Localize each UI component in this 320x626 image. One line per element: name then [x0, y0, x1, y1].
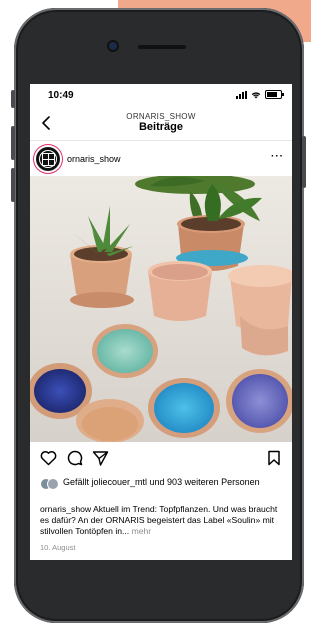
- navigation-bar: ORNARIS_SHOW Beiträge: [30, 106, 292, 141]
- post-header: ornaris_show ···: [30, 144, 292, 176]
- mute-switch: [11, 90, 15, 108]
- avatar[interactable]: [36, 147, 60, 171]
- likes-text: Gefällt joliecouer_mtl und 903 weiteren …: [63, 477, 260, 487]
- ornaris-logo-icon: [39, 150, 57, 168]
- post-date: 10. August: [40, 543, 76, 552]
- status-bar: 10:49: [30, 84, 292, 106]
- comment-icon[interactable]: [66, 450, 83, 466]
- profile-name-subtitle: ORNARIS_SHOW: [126, 112, 196, 121]
- bookmark-icon[interactable]: [267, 450, 281, 466]
- post-actions: [30, 448, 292, 470]
- status-time: 10:49: [48, 90, 74, 101]
- likes-summary[interactable]: Gefällt joliecouer_mtl und 903 weiteren …: [40, 476, 285, 490]
- power-button: [302, 136, 306, 188]
- battery-icon: [265, 90, 284, 99]
- liker-avatars: [40, 477, 60, 490]
- send-icon[interactable]: [92, 450, 109, 466]
- caption-username[interactable]: ornaris_show: [40, 504, 91, 514]
- wifi-icon: [251, 91, 261, 98]
- more-icon[interactable]: ···: [271, 151, 284, 162]
- post-username[interactable]: ornaris_show: [67, 154, 121, 164]
- status-icons: [236, 90, 284, 99]
- phone-screen: 10:49 ORNARIS_SHOW Beiträge ornaris_show: [30, 84, 292, 560]
- page-title: Beiträge: [138, 121, 184, 133]
- post-caption: ornaris_show Aktuell im Trend: Topfpflan…: [40, 504, 285, 537]
- heart-icon[interactable]: [40, 450, 57, 466]
- post-image[interactable]: [30, 176, 292, 442]
- front-camera: [109, 42, 117, 50]
- signal-icon: [236, 90, 247, 99]
- volume-down-button: [11, 168, 15, 202]
- caption-more-link[interactable]: mehr: [129, 526, 152, 536]
- volume-up-button: [11, 126, 15, 160]
- earpiece-speaker: [138, 45, 186, 49]
